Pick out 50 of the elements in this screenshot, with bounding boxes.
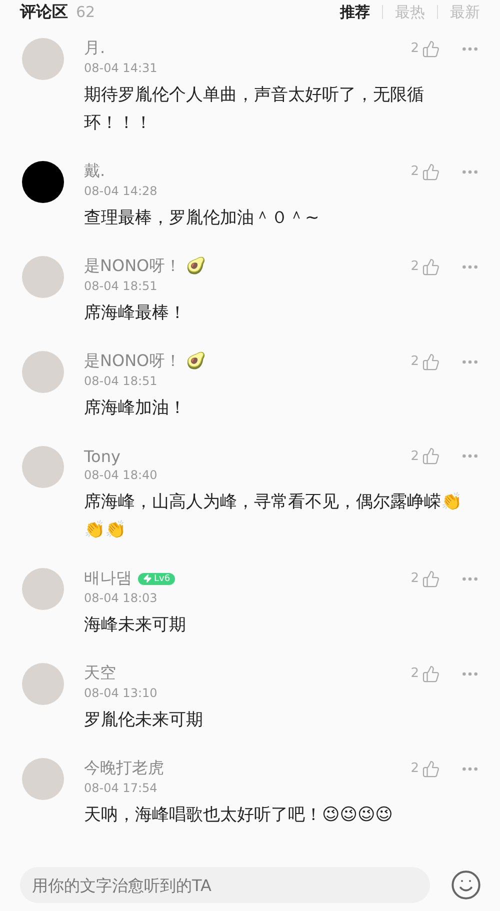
comment-text: 天呐，海峰唱歌也太好听了吧！😉😉😉😉 [84,804,394,827]
user-name[interactable]: 今晚打老虎 [84,758,164,779]
comment-time: 08-04 17:54 [84,781,158,795]
thumbs-up-icon[interactable] [422,570,440,588]
thumbs-up-icon[interactable] [422,760,440,778]
comment-time: 08-04 18:40 [84,468,158,482]
user-name[interactable]: Tony [84,446,120,466]
comment-text: 罗胤伦未来可期 [84,709,204,732]
comment-time: 08-04 14:28 [84,184,158,198]
comment-time: 08-04 18:03 [84,591,158,605]
like-count: 2 [410,666,419,681]
comment-text: 期待罗胤伦个人单曲，声音太好听了，无限循环！！！ [84,84,425,135]
thumbs-up-icon[interactable] [422,664,440,682]
comment-text: 海峰未来可期 [84,614,187,637]
comment-text: 查理最棒，罗胤伦加油＾０＾~ [84,207,320,230]
user-name[interactable]: 是NONO呀！ 🥑 [84,351,206,372]
comment-text: 席海峰加油！ [84,397,187,420]
comment-text: 席海峰最棒！ [84,302,187,325]
comment-count: 62 [76,2,96,20]
like-count: 2 [410,259,419,274]
thumbs-up-icon[interactable] [422,352,440,370]
like-count: 2 [410,448,419,464]
user-name[interactable]: 月. [84,38,106,59]
user-name[interactable]: 戴. [84,161,106,182]
lightning-icon [143,574,152,583]
thumbs-up-icon[interactable] [422,447,440,465]
avatar-placeholder[interactable] [22,161,64,203]
sort-tab[interactable]: 最热 [382,5,437,19]
like-count: 2 [410,164,419,179]
user-name[interactable]: 是NONO呀！ 🥑 [84,256,206,277]
sort-tab[interactable]: 推荐 [328,5,382,19]
like-count: 2 [410,41,419,56]
like-count: 2 [410,354,419,369]
thumbs-up-icon[interactable] [422,40,440,58]
comment-text: 席海峰，山高人为峰，寻常看不见，偶尔露峥嵘👏👏👏 [84,491,463,542]
comment-time: 08-04 13:10 [84,686,158,700]
emoji-icon[interactable] [450,869,482,901]
comment-input[interactable]: 用你的文字治愈听到的TA [20,867,430,903]
level-text: Lv6 [154,574,170,584]
like-count: 2 [410,571,419,586]
thumbs-up-icon[interactable] [422,258,440,276]
comment-time: 08-04 18:51 [84,374,158,388]
section-title: 评论区 [20,2,68,22]
like-count: 2 [410,761,419,776]
sort-tab[interactable]: 最新 [437,5,480,19]
user-name[interactable]: 天空 [84,663,116,684]
thumbs-up-icon[interactable] [422,162,440,180]
comment-time: 08-04 14:31 [84,61,158,75]
user-name[interactable]: 배나댐 [84,568,132,589]
comment-time: 08-04 18:51 [84,279,158,293]
